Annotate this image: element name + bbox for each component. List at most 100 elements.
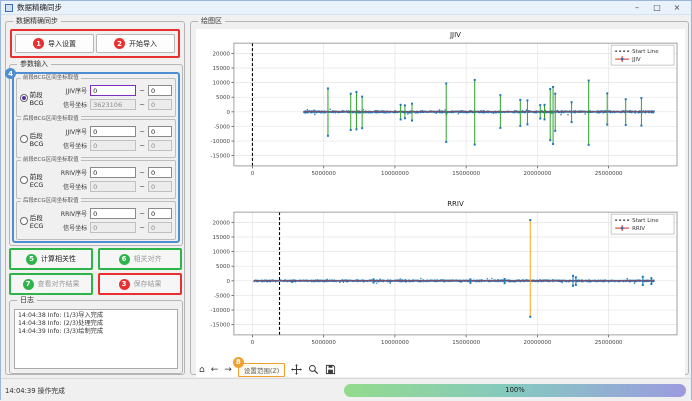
信号坐标-from-input[interactable] — [90, 181, 136, 192]
svg-text:15000: 15000 — [213, 235, 231, 241]
svg-text:25000000: 25000000 — [595, 171, 623, 177]
param-section-title: 后段ECG区间坐标取值 — [21, 198, 81, 205]
field-label: JJIV序号 — [55, 127, 87, 136]
set-range-button[interactable]: 8 设置范围(Z) — [238, 363, 286, 377]
radio-label: 前段BCG — [30, 89, 55, 107]
radio-前段BCG[interactable] — [20, 94, 28, 102]
range-tilde: ~ — [139, 87, 145, 95]
svg-text:25000000: 25000000 — [595, 340, 623, 346]
radio-后段ECG[interactable] — [20, 217, 28, 225]
zoom-icon[interactable] — [308, 364, 319, 375]
action-button-3[interactable]: 3保存结果 — [98, 273, 182, 295]
RRIV序号-from-input[interactable] — [90, 167, 136, 178]
start-import-button[interactable]: 2 开始导入 — [96, 34, 175, 53]
range-tilde: ~ — [139, 224, 145, 232]
RRIV序号-to-input[interactable] — [148, 208, 172, 219]
action-button-7[interactable]: 7查看对齐结果 — [9, 273, 93, 295]
import-settings-label: 导入设置 — [48, 39, 76, 49]
svg-text:-15000: -15000 — [211, 323, 231, 329]
svg-text:10000: 10000 — [213, 250, 231, 256]
field-label: 信号坐标 — [55, 100, 87, 109]
range-tilde: ~ — [139, 101, 145, 109]
badge-4: 4 — [5, 68, 16, 79]
field-label: 信号坐标 — [55, 223, 87, 232]
params-box: 前段BCG区间坐标取值前段BCGJJIV序号~信号坐标~后段BCG区间坐标取值后… — [12, 72, 180, 243]
信号坐标-to-input[interactable] — [148, 181, 172, 192]
svg-text:-15000: -15000 — [211, 154, 231, 160]
信号坐标-to-input[interactable] — [148, 140, 172, 151]
action-button-label: 保存结果 — [134, 279, 162, 289]
action-button-6[interactable]: 6 相关对齐 — [98, 248, 182, 270]
plot-toolbar: ⌂ ← → 8 设置范围(Z) — [196, 362, 685, 377]
param-section-title: 后段BCG区间坐标取值 — [21, 116, 81, 123]
svg-text:RRIV: RRIV — [632, 226, 645, 232]
param-section-0: 前段BCG区间坐标取值前段BCGJJIV序号~信号坐标~ — [16, 78, 176, 117]
svg-text:10000: 10000 — [213, 81, 231, 87]
JJIV序号-to-input[interactable] — [148, 126, 172, 137]
svg-text:20000: 20000 — [213, 51, 231, 57]
field-label: RRIV序号 — [55, 168, 87, 177]
信号坐标-to-input[interactable] — [148, 222, 172, 233]
radio-前段ECG[interactable] — [20, 176, 28, 184]
set-range-label: 设置范围(Z) — [244, 367, 280, 375]
range-tilde: ~ — [139, 142, 145, 150]
log-group-title: 日志 — [17, 296, 37, 305]
window-title: 数据精确同步 — [17, 2, 627, 13]
sync-panel-title: 数据精确同步 — [13, 17, 61, 26]
svg-text:-10000: -10000 — [211, 308, 231, 314]
svg-text:15000: 15000 — [213, 66, 231, 72]
svg-text:5000000: 5000000 — [312, 340, 337, 346]
svg-text:-5000: -5000 — [214, 124, 230, 130]
import-settings-button[interactable]: 1 导入设置 — [15, 34, 94, 53]
plot-panel-title: 绘图区 — [198, 17, 225, 26]
svg-text:20000000: 20000000 — [523, 171, 551, 177]
plot-panel: 绘图区 050000001000000015000000200000002500… — [190, 21, 689, 375]
JJIV序号-from-input[interactable] — [90, 126, 136, 137]
RRIV序号-to-input[interactable] — [148, 167, 172, 178]
param-section-title: 前段BCG区间坐标取值 — [21, 75, 81, 82]
信号坐标-from-input[interactable] — [90, 99, 136, 110]
forward-icon[interactable]: → — [224, 365, 232, 375]
home-icon[interactable]: ⌂ — [199, 365, 205, 375]
close-button[interactable]: × — [667, 1, 687, 14]
field-label: RRIV序号 — [55, 209, 87, 218]
pan-icon[interactable] — [291, 364, 302, 375]
action-button-label: 相关对齐 — [134, 254, 162, 264]
log-area[interactable]: 14:04:38 Info: (1/3)导入完成14:04:38 Info: (… — [14, 309, 178, 369]
param-section-3: 后段ECG区间坐标取值后段ECGRRIV序号 ~ 信号坐标 ~ — [16, 201, 176, 240]
svg-text:-5000: -5000 — [214, 293, 230, 299]
JJIV序号-from-input[interactable] — [90, 85, 136, 96]
action-button-label: 计算相关性 — [41, 254, 76, 264]
信号坐标-from-input[interactable] — [90, 140, 136, 151]
save-icon[interactable] — [325, 364, 336, 375]
action-button-5[interactable]: 5 计算相关性 — [9, 248, 93, 270]
svg-text:5000000: 5000000 — [312, 171, 337, 177]
svg-text:0: 0 — [226, 279, 230, 285]
JJIV序号-to-input[interactable] — [148, 85, 172, 96]
svg-text:5000: 5000 — [216, 264, 230, 270]
RRIV序号-from-input[interactable] — [90, 208, 136, 219]
sync-panel: 数据精确同步 1 导入设置 2 开始导入 参数输入 4 前段BCG区间坐标取值前… — [5, 21, 185, 375]
badge-5: 5 — [26, 254, 37, 265]
rriv-chart[interactable]: 0500000010000000150000002000000025000000… — [196, 198, 685, 362]
status-bar: 14:04:39 操作完成 100% — [1, 378, 691, 401]
radio-label: 前段ECG — [30, 171, 55, 189]
minimize-button[interactable]: – — [627, 1, 647, 14]
maximize-button[interactable]: □ — [647, 1, 667, 14]
start-import-label: 开始导入 — [129, 39, 157, 49]
svg-text:0: 0 — [251, 340, 255, 346]
action-button-label: 查看对齐结果 — [38, 279, 80, 289]
svg-text:5000: 5000 — [216, 95, 230, 101]
log-group: 日志 14:04:38 Info: (1/3)导入完成14:04:38 Info… — [9, 300, 183, 374]
back-icon[interactable]: ← — [211, 365, 219, 375]
app-icon — [5, 4, 13, 12]
svg-text:JJIV: JJIV — [631, 57, 641, 63]
信号坐标-from-input[interactable] — [90, 222, 136, 233]
log-entry: 14:04:38 Info: (1/3)导入完成 — [18, 312, 174, 320]
信号坐标-to-input[interactable] — [148, 99, 172, 110]
jjiv-chart[interactable]: 0500000010000000150000002000000025000000… — [196, 29, 685, 193]
range-tilde: ~ — [139, 210, 145, 218]
radio-label: 后段ECG — [30, 212, 55, 230]
radio-后段BCG[interactable] — [20, 135, 28, 143]
badge-6: 6 — [119, 254, 130, 265]
